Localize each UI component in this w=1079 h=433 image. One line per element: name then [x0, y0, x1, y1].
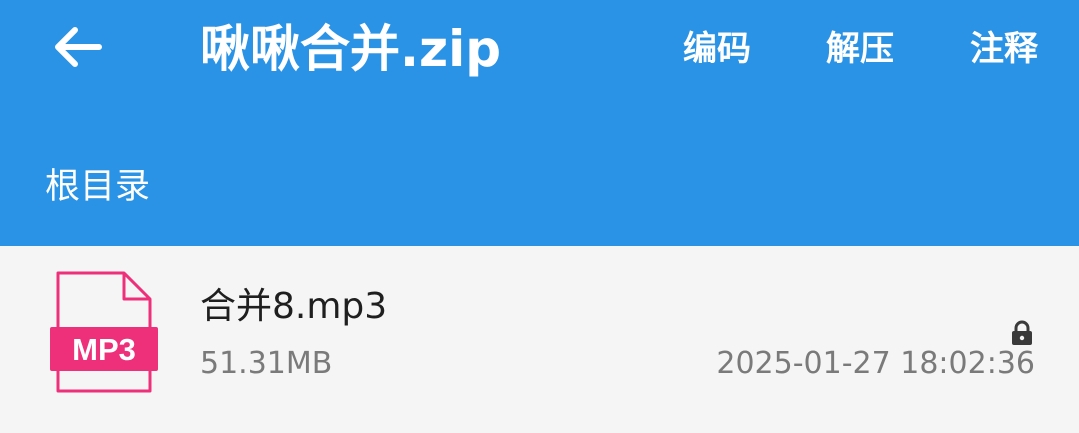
- file-type-badge: MP3: [72, 332, 136, 367]
- extract-button[interactable]: 解压: [826, 24, 894, 74]
- file-size: 51.31MB: [200, 346, 333, 381]
- arrow-left-icon: [55, 27, 102, 67]
- mp3-file-icon: MP3: [50, 271, 158, 393]
- page-title: 啾啾合并.zip: [200, 20, 502, 78]
- comment-button[interactable]: 注释: [970, 24, 1038, 74]
- encoding-button[interactable]: 编码: [683, 24, 751, 74]
- list-item[interactable]: MP3 合并8.mp3 51.31MB 2025-01-27 18:02:36: [0, 246, 1079, 433]
- breadcrumb-root[interactable]: 根目录: [45, 163, 150, 211]
- app-bar: 啾啾合并.zip 编码 解压 注释 根目录: [0, 0, 1079, 246]
- file-modified-date: 2025-01-27 18:02:36: [716, 346, 1035, 381]
- back-button[interactable]: [38, 14, 116, 80]
- file-name: 合并8.mp3: [200, 286, 388, 327]
